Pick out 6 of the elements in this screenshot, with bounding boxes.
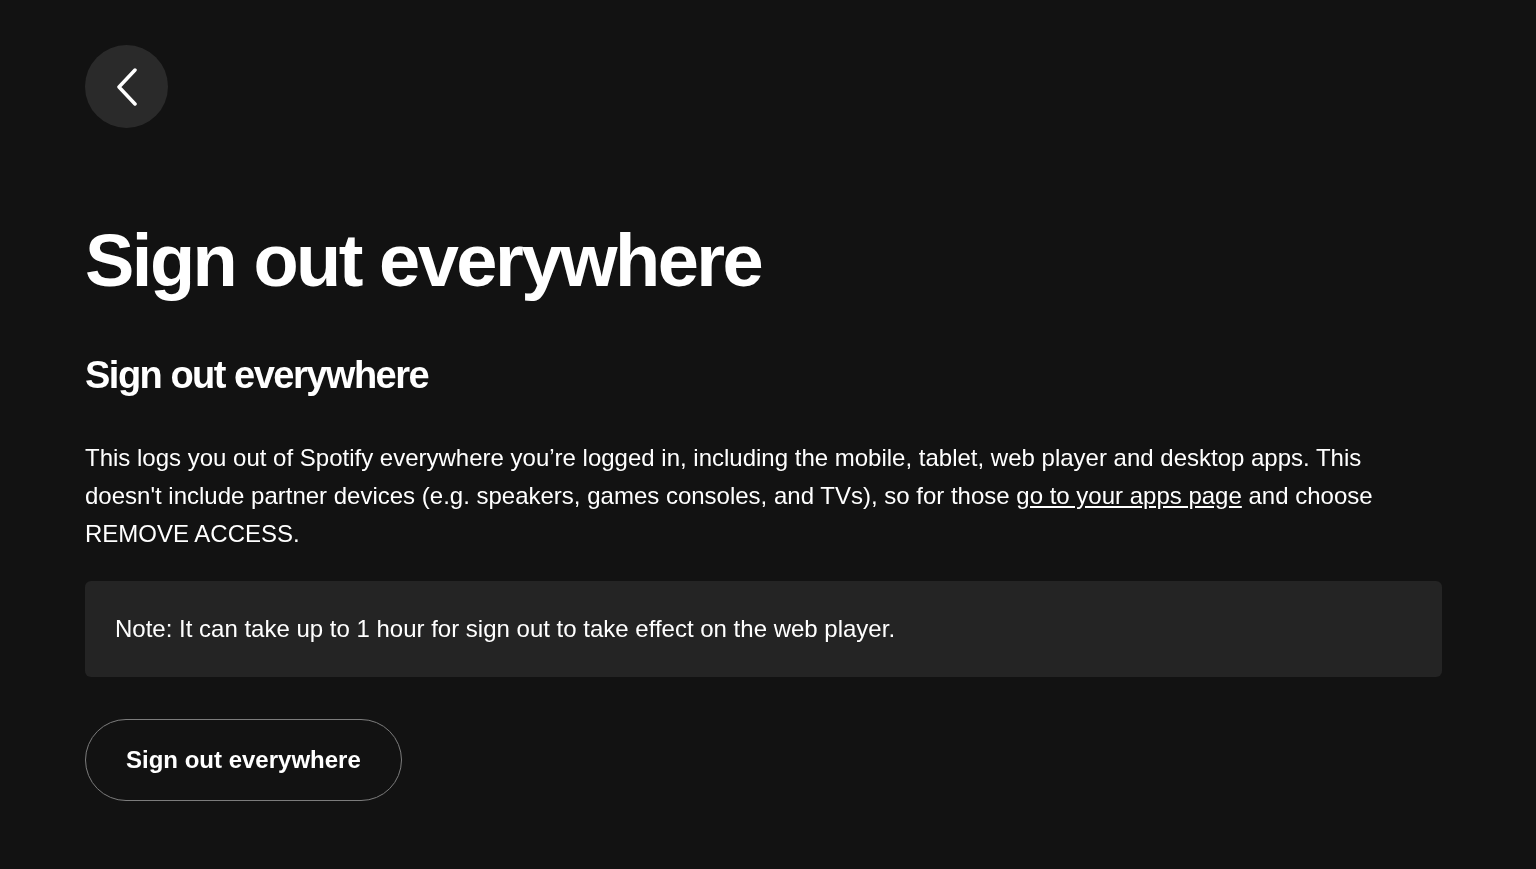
apps-page-link[interactable]: go to your apps page xyxy=(1016,482,1242,509)
section-heading: Sign out everywhere xyxy=(85,353,429,399)
description-text: This logs you out of Spotify everywhere you’re logged in, including the mobile, tablet, web player and desktop apps. This doesn't include partner devices (e.g. speakers, games consoles, and TVs), so for those go to your apps page and choose REMOVE ACCESS. xyxy=(85,443,1374,549)
chevron-left-icon xyxy=(114,67,139,106)
note-banner: Note: It can take up to 1 hour for sign out to take effect on the web player. xyxy=(85,581,1442,677)
page-title: Sign out everywhere xyxy=(85,220,762,302)
